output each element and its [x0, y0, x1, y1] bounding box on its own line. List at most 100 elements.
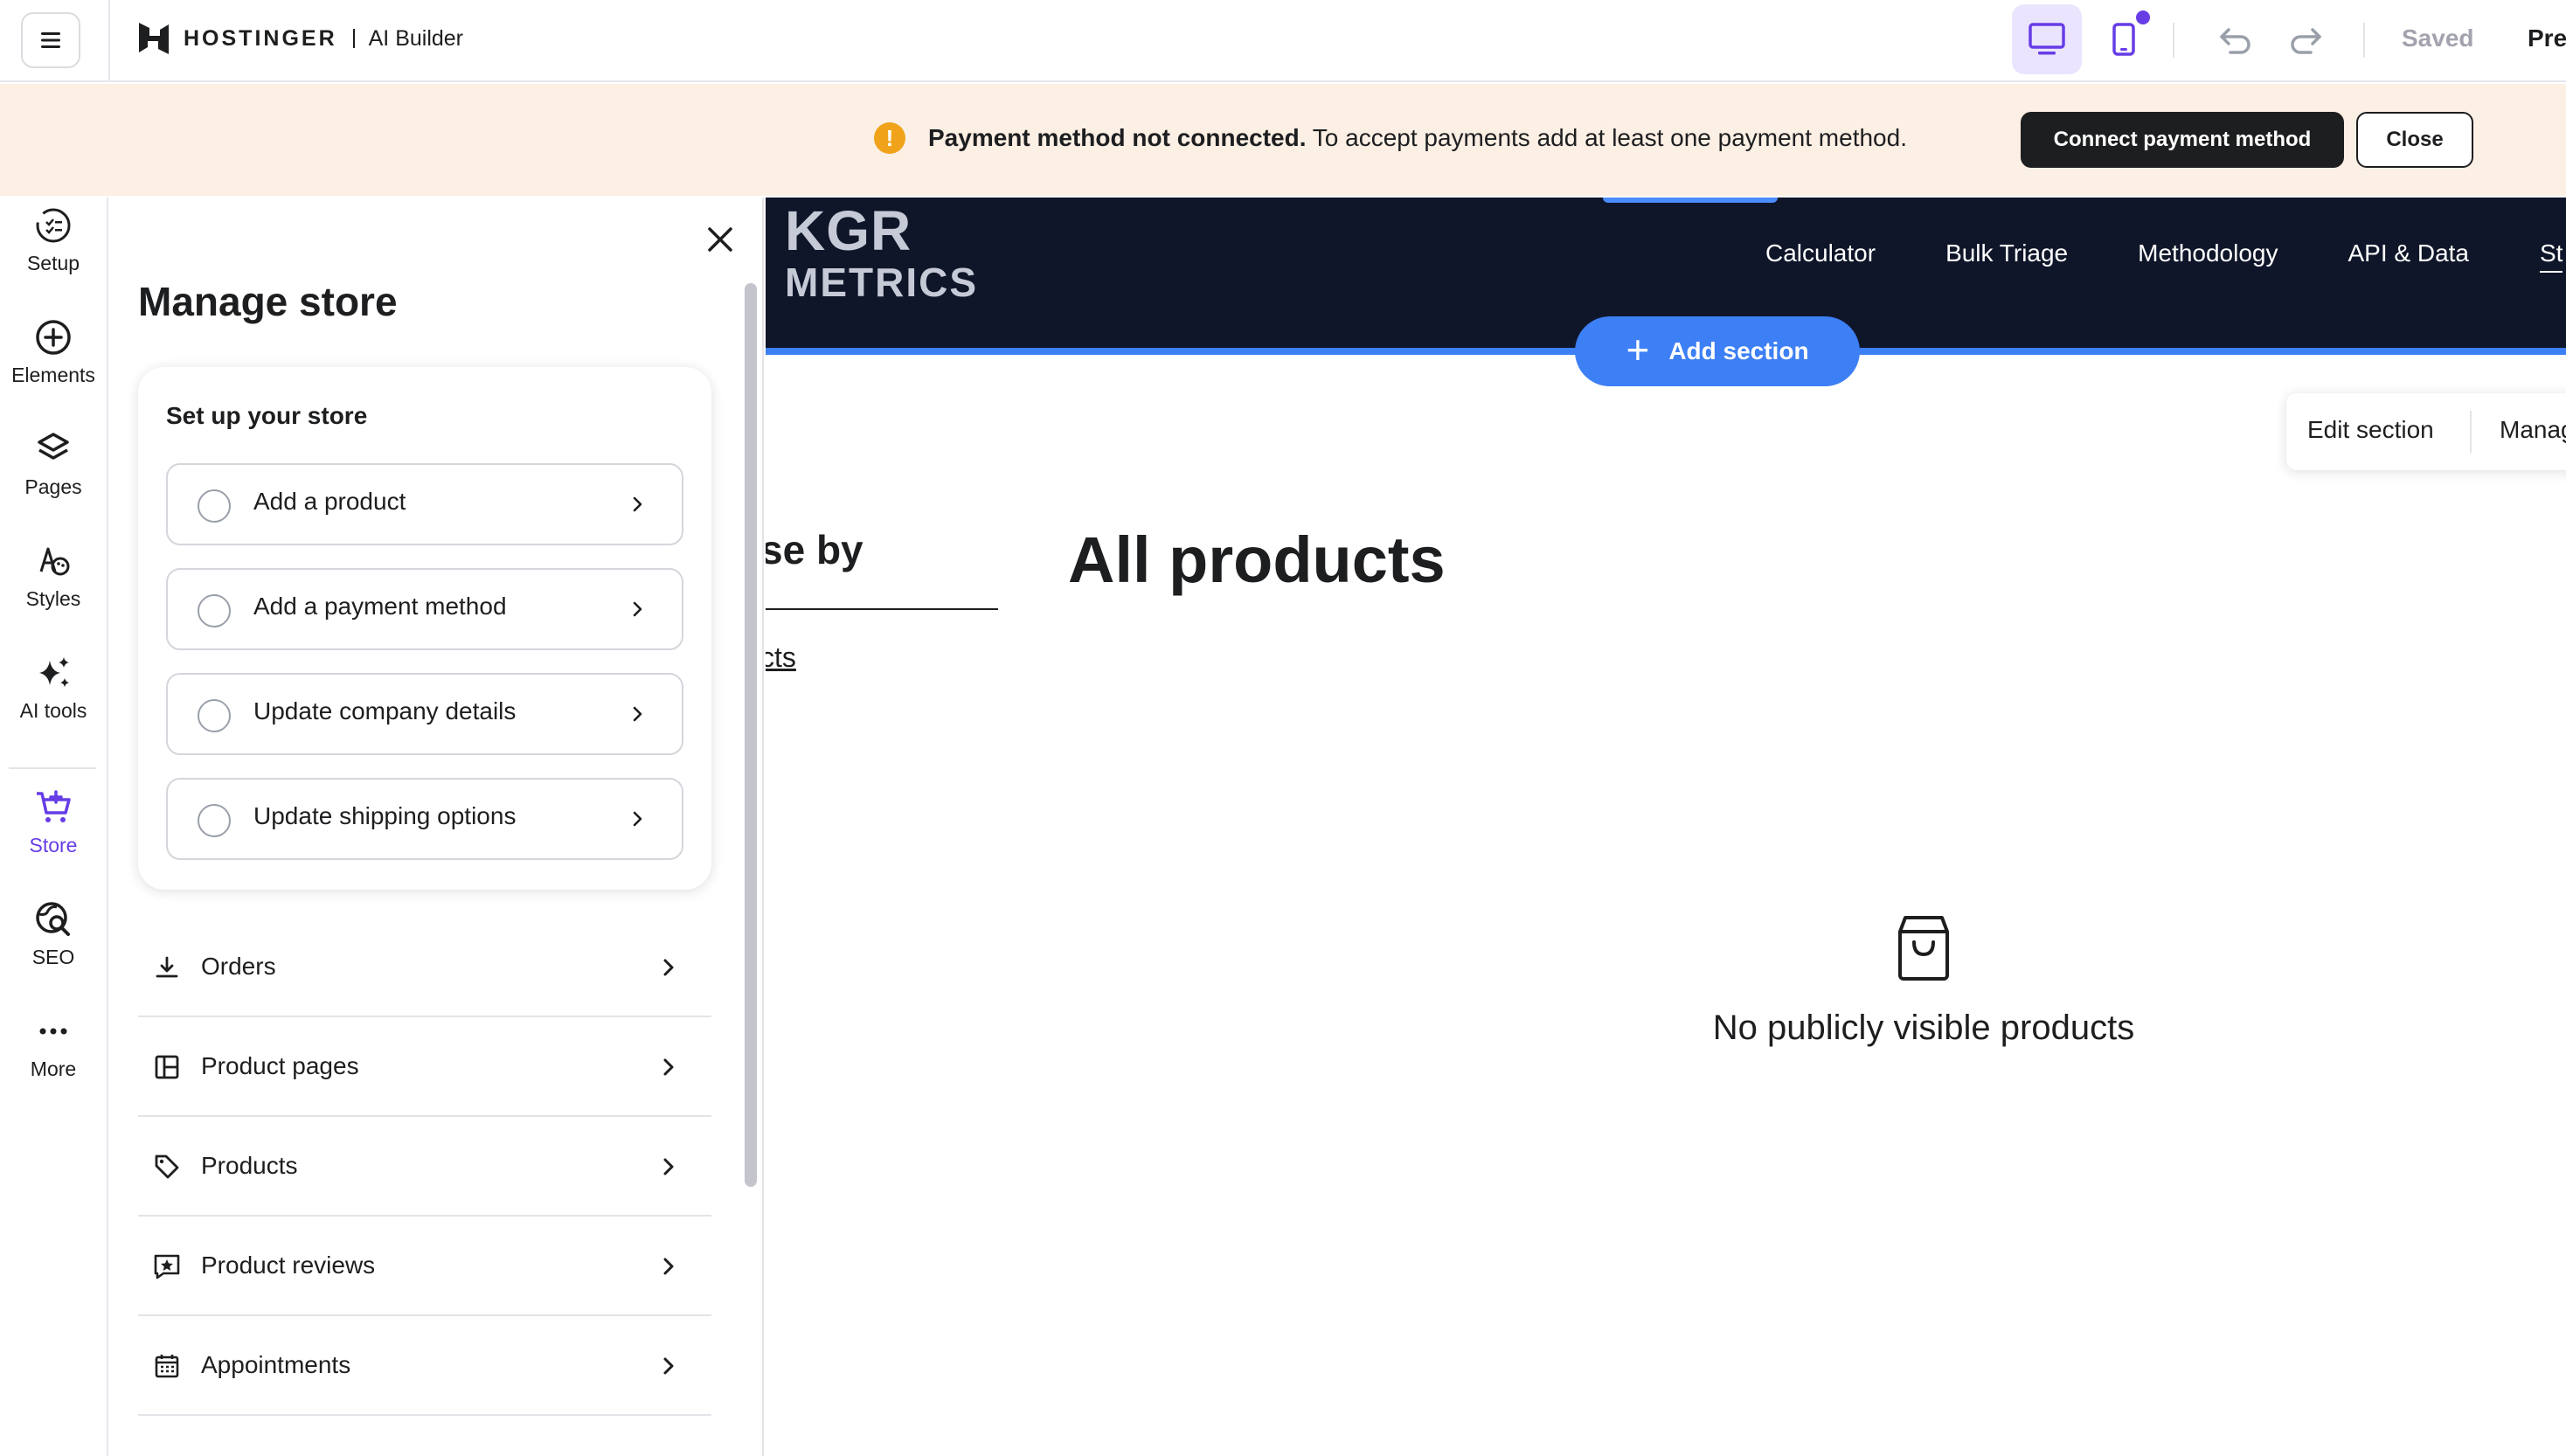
task-checkbox[interactable] [198, 804, 231, 837]
nav-label: Product pages [201, 1052, 359, 1079]
logo-separator [352, 29, 355, 48]
nav-item-products[interactable]: Products [138, 1117, 711, 1217]
manage-store-panel: Manage store Set up your store Add a pro… [110, 198, 764, 1456]
sidebar-item-label: Setup [26, 252, 80, 274]
chevron-right-icon [624, 701, 650, 727]
edit-section-button[interactable]: Edit section [2307, 416, 2434, 444]
sidebar-item-label: Styles [25, 587, 81, 610]
shopping-bag-icon [1898, 916, 1949, 981]
setup-icon [32, 205, 74, 246]
sidebar-item-label: Store [29, 834, 78, 856]
task-checkbox[interactable] [198, 699, 231, 732]
undo-icon [2220, 28, 2250, 54]
manage-button[interactable]: Manage [2500, 416, 2566, 444]
nav-item-appointments[interactable]: Appointments [138, 1316, 711, 1416]
site-nav-link-truncated[interactable]: St [2540, 239, 2563, 273]
product-name: AI Builder [368, 25, 464, 51]
nav-item-product-reviews[interactable]: Product reviews [138, 1217, 711, 1316]
task-update-shipping-options[interactable]: Update shipping options [166, 778, 683, 860]
sidebar-item-setup[interactable]: Setup [0, 205, 107, 309]
sidebar-item-ai-tools[interactable]: AI tools [0, 652, 107, 757]
banner-title: Payment method not connected. [928, 124, 1307, 151]
sidebar-item-pages[interactable]: Pages [0, 428, 107, 533]
chevron-right-icon [624, 491, 650, 517]
site-nav-link-api-data[interactable]: API & Data [2348, 239, 2469, 267]
sidebar-item-label: Elements [11, 364, 95, 386]
sidebar-item-label: SEO [31, 946, 75, 968]
add-section-button[interactable]: + Add section [1575, 316, 1860, 386]
calendar-icon [152, 1351, 182, 1381]
banner-message: Payment method not connected. To accept … [928, 124, 1907, 152]
site-nav-link-bulk-triage[interactable]: Bulk Triage [1945, 239, 2068, 267]
desktop-view-button[interactable] [2012, 4, 2082, 74]
preview-button[interactable]: Pre [2528, 24, 2566, 52]
nav-label: Product reviews [201, 1251, 376, 1279]
nav-label: Appointments [201, 1351, 351, 1378]
browse-by-heading: se by [766, 527, 863, 572]
notification-dot [2136, 10, 2150, 24]
nav-item-product-pages[interactable]: Product pages [138, 1017, 711, 1117]
site-nav-link-methodology[interactable]: Methodology [2138, 239, 2278, 267]
close-banner-button[interactable]: Close [2356, 112, 2473, 168]
redo-icon [2291, 28, 2321, 54]
toolbar-separator [2470, 411, 2472, 453]
layers-icon [32, 428, 74, 470]
task-checkbox[interactable] [198, 489, 231, 523]
tag-icon [152, 1152, 182, 1182]
hamburger-menu-button[interactable] [21, 12, 80, 68]
more-icon [32, 1010, 74, 1052]
hostinger-logo[interactable]: HOSTINGER AI Builder [136, 21, 463, 56]
empty-state-message: No publicly visible products [1712, 1009, 2135, 1047]
browse-divider [766, 608, 998, 610]
nav-item-orders[interactable]: Orders [138, 918, 711, 1017]
left-sidebar: Setup Elements Pages Styles AI tools Sto… [0, 198, 108, 1456]
chevron-right-icon [624, 806, 650, 832]
sparkles-icon [32, 652, 74, 694]
topbar-divider [108, 0, 110, 82]
close-icon [708, 227, 732, 252]
setup-store-card: Set up your store Add a product Add a pa… [138, 367, 711, 890]
sidebar-item-more[interactable]: More [0, 1010, 107, 1115]
star-review-icon [152, 1251, 182, 1281]
nav-label: Products [201, 1152, 298, 1179]
desktop-icon [2029, 23, 2065, 55]
cart-icon [32, 787, 74, 829]
hamburger-icon [41, 32, 60, 48]
connect-payment-button[interactable]: Connect payment method [2021, 112, 2344, 168]
warning-icon: ! [874, 122, 905, 154]
saved-status: Saved [2402, 24, 2474, 52]
brand-name: HOSTINGER [184, 25, 337, 51]
task-label: Add a payment method [253, 593, 507, 620]
site-logo[interactable]: KGR METRICS [785, 203, 978, 302]
sidebar-item-styles[interactable]: Styles [0, 540, 107, 645]
site-nav-link-calculator[interactable]: Calculator [1765, 239, 1876, 267]
sidebar-item-seo[interactable]: SEO [0, 898, 107, 1003]
undo-button[interactable] [2209, 19, 2262, 61]
setup-card-title: Set up your store [166, 402, 368, 429]
task-add-product[interactable]: Add a product [166, 463, 683, 545]
task-label: Update shipping options [253, 802, 517, 829]
site-logo-line2: METRICS [785, 260, 978, 305]
products-heading: All products [1068, 523, 1446, 596]
chevron-right-icon [654, 1251, 683, 1281]
site-logo-line1: KGR [785, 199, 912, 262]
sidebar-item-store[interactable]: Store [0, 787, 107, 891]
all-products-link[interactable]: cts [766, 641, 796, 674]
website-canvas: KGR METRICS Calculator Bulk Triage Metho… [766, 198, 2566, 1456]
close-panel-button[interactable] [696, 215, 745, 264]
banner-description: To accept payments add at least one paym… [1312, 124, 1907, 151]
task-add-payment-method[interactable]: Add a payment method [166, 568, 683, 650]
download-icon [152, 953, 182, 982]
task-label: Update company details [253, 697, 517, 725]
task-label: Add a product [253, 488, 406, 515]
sidebar-item-label: More [30, 1057, 77, 1080]
task-checkbox[interactable] [198, 594, 231, 627]
chevron-right-icon [654, 953, 683, 982]
chevron-right-icon [624, 596, 650, 622]
task-update-company-details[interactable]: Update company details [166, 673, 683, 755]
panel-scrollbar[interactable] [745, 283, 757, 1187]
add-section-label: Add section [1668, 337, 1809, 364]
panel-title: Manage store [138, 279, 398, 324]
redo-button[interactable] [2279, 19, 2332, 61]
sidebar-item-elements[interactable]: Elements [0, 316, 107, 421]
